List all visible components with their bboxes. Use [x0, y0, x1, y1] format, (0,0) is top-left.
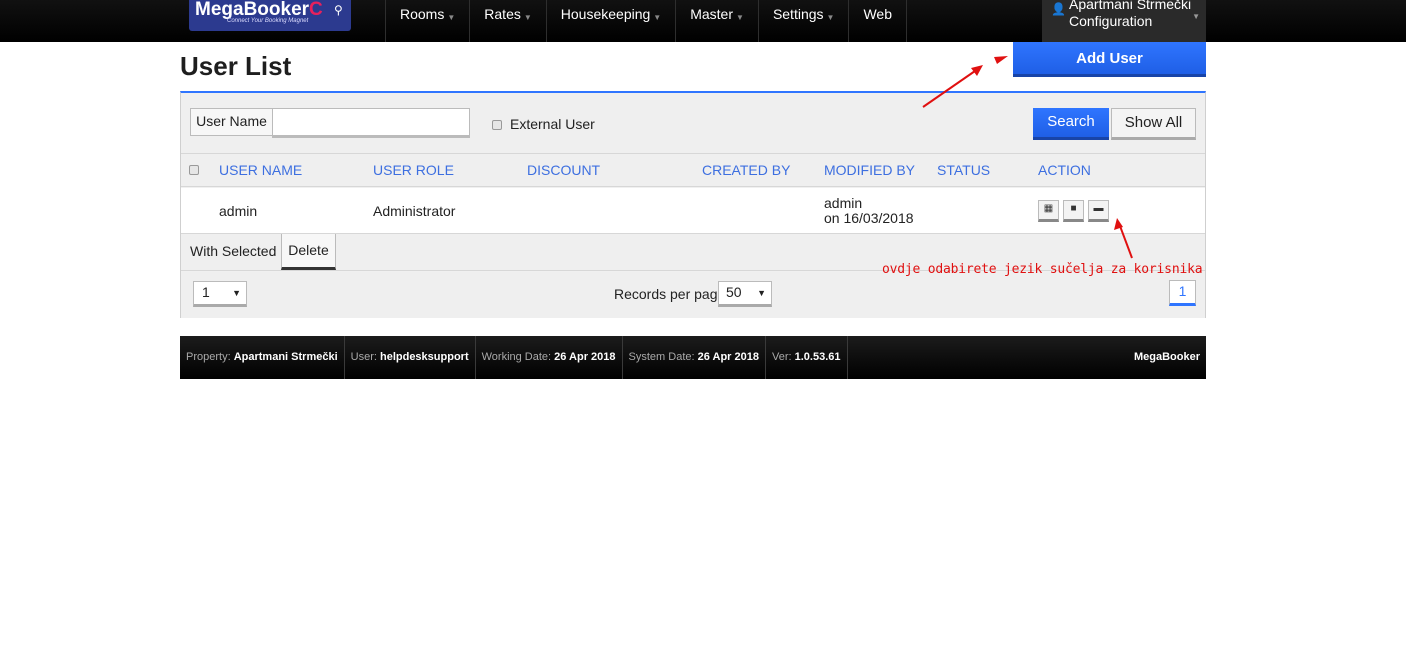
nav-rates[interactable]: Rates ▼ [469, 0, 546, 42]
calculator-button[interactable]: ▦ [1038, 200, 1059, 222]
annotation-text: ovdje odabirete jezik sučelja za korisni… [882, 262, 1203, 277]
person-luggage-icon: ⚲ [334, 3, 343, 17]
page-1-link[interactable]: 1 [1169, 280, 1196, 306]
caret-down-icon: ▼ [826, 13, 835, 22]
user-list-panel: User Name External User Search Show All … [180, 91, 1206, 318]
cell-modified-by: admin [824, 195, 863, 211]
search-button[interactable]: Search [1033, 108, 1109, 140]
footer-property: Property: Apartmani Strmečki [180, 336, 345, 379]
caret-down-icon: ▼ [736, 13, 744, 22]
caret-down-icon: ▼ [1192, 12, 1200, 21]
with-selected-label: With Selected [190, 243, 277, 259]
language-comment-button[interactable]: ▬ [1088, 200, 1109, 222]
nav-rooms[interactable]: Rooms ▼ [385, 0, 469, 42]
column-discount[interactable]: DISCOUNT [527, 162, 600, 178]
user-menu-name: Apartmani Strmečki [1069, 0, 1192, 12]
main-nav: Rooms ▼ Rates ▼ Housekeeping ▼ Master ▼ Sett… [385, 0, 907, 42]
calculator-icon: ▦ [1043, 203, 1054, 214]
show-all-button[interactable]: Show All [1111, 108, 1196, 140]
caret-down-icon: ▼ [523, 13, 532, 22]
page-select[interactable]: 1 ▼ [193, 281, 247, 307]
caret-down-icon: ▼ [447, 13, 456, 22]
records-per-page-label: Records per page [614, 286, 726, 302]
footer-working-date: Working Date: 26 Apr 2018 [476, 336, 623, 379]
nav-web[interactable]: Web [848, 0, 907, 42]
cell-user-role: Administrator [373, 203, 456, 219]
user-menu-configuration: Configuration [1069, 13, 1153, 29]
external-user-label: External User [510, 116, 595, 132]
user-menu[interactable]: 👤 Apartmani Strmečki Configuration ▼ [1042, 0, 1206, 42]
arrowhead-icon [994, 56, 1008, 64]
column-created-by[interactable]: CREATED BY [702, 162, 790, 178]
megabooker-logo[interactable]: MegaBookerC Connect Your Booking Magnet … [189, 0, 351, 31]
logo-tagline: Connect Your Booking Magnet [227, 18, 309, 24]
table-header: USER NAME USER ROLE DISCOUNT CREATED BY … [181, 154, 1205, 187]
column-status[interactable]: STATUS [937, 162, 990, 178]
cell-modified-on: on 16/03/2018 [824, 210, 914, 226]
top-navbar: MegaBookerC Connect Your Booking Magnet … [0, 0, 1406, 42]
lock-icon: ■ [1070, 203, 1077, 214]
records-per-page-select[interactable]: 50 ▼ [718, 281, 772, 307]
add-user-button[interactable]: Add User [1013, 42, 1206, 77]
nav-housekeeping[interactable]: Housekeeping ▼ [545, 0, 675, 42]
arrowhead-icon [971, 65, 983, 76]
caret-down-icon: ▼ [232, 288, 241, 298]
caret-down-icon: ▼ [757, 288, 766, 298]
pagination-bar: 1 ▼ Records per page 50 ▼ 1 [181, 272, 1205, 318]
user-name-input[interactable] [272, 108, 470, 138]
select-all-checkbox[interactable] [189, 165, 199, 175]
column-user-name[interactable]: USER NAME [219, 162, 302, 178]
caret-down-icon: ▼ [653, 13, 662, 22]
column-user-role[interactable]: USER ROLE [373, 162, 454, 178]
footer-system-date: System Date: 26 Apr 2018 [623, 336, 766, 379]
footer-user: User: helpdesksupport [345, 336, 476, 379]
delete-button[interactable]: Delete [281, 234, 336, 270]
footer-brand: MegaBooker [1133, 351, 1200, 363]
column-modified-by[interactable]: MODIFIED BY [824, 162, 915, 178]
status-footer: Property: Apartmani Strmečki User: helpd… [180, 336, 1206, 379]
user-icon: 👤 [1051, 2, 1066, 16]
cell-user-name[interactable]: admin [219, 203, 257, 219]
nav-master[interactable]: Master ▼ [675, 0, 758, 42]
footer-version: Ver: 1.0.53.61 [766, 336, 848, 379]
user-name-label: User Name [190, 108, 273, 136]
nav-settings[interactable]: Settings ▼ [757, 0, 849, 42]
column-action: ACTION [1038, 162, 1091, 178]
external-user-checkbox[interactable] [492, 120, 502, 130]
page-title: User List [180, 51, 292, 81]
table-row: admin Administrator admin on 16/03/2018 … [181, 188, 1205, 234]
comment-icon: ▬ [1093, 203, 1104, 214]
filter-bar: User Name External User Search Show All [181, 93, 1205, 154]
lock-button[interactable]: ■ [1063, 200, 1084, 222]
